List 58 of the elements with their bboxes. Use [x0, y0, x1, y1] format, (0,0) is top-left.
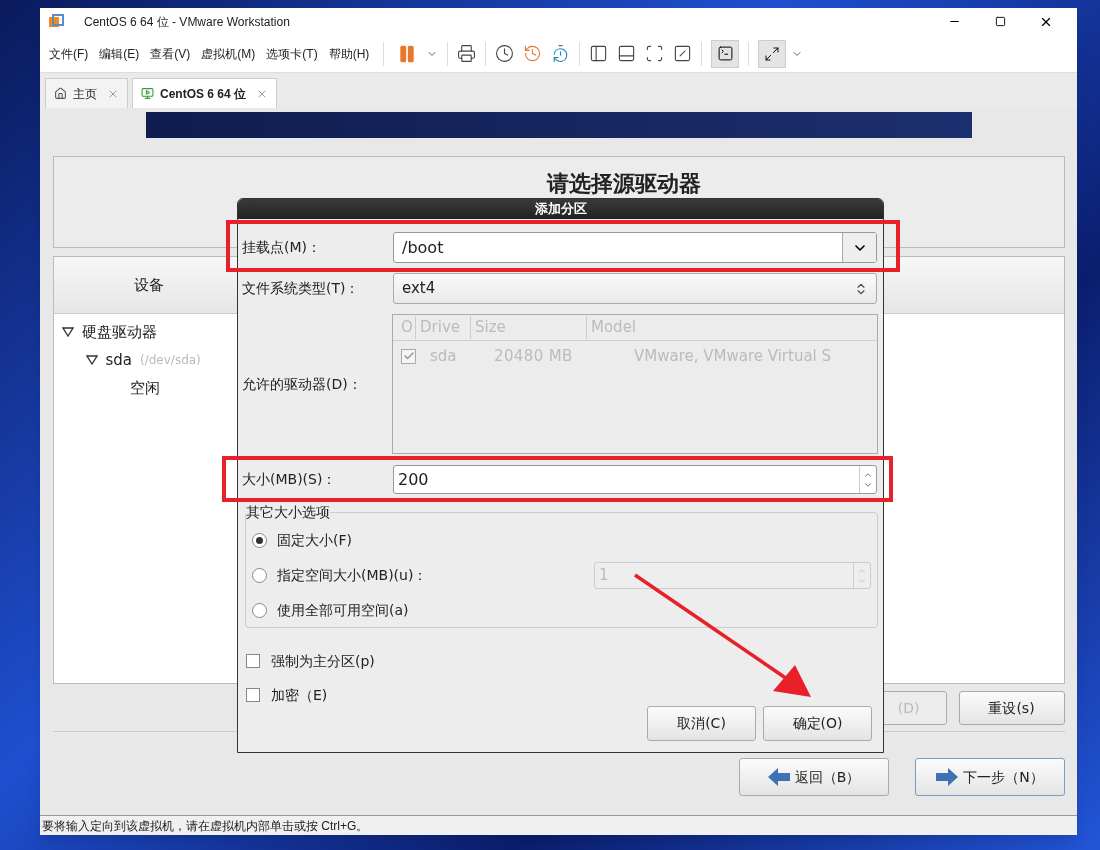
- thumbnail-layout-icon[interactable]: [617, 44, 637, 63]
- field-label: 大小(MB)(S)：: [242, 470, 338, 489]
- sidebar-layout-icon[interactable]: [589, 44, 609, 63]
- vm-icon: [141, 87, 154, 100]
- device-path: (/dev/sda): [140, 352, 201, 369]
- radio-button[interactable]: [252, 533, 267, 548]
- tree-item[interactable]: 空闲: [129, 376, 160, 400]
- expander-triangle-icon[interactable]: [61, 327, 74, 337]
- radio-label[interactable]: 固定大小(F): [277, 530, 352, 551]
- radio-label[interactable]: 使用全部可用空间(a): [277, 600, 409, 621]
- status-text: 要将输入定向到该虚拟机，请在虚拟机内部单击或按 Ctrl+G。: [42, 817, 369, 835]
- checkbox[interactable]: [246, 688, 260, 702]
- left-arrow-icon: [766, 767, 791, 787]
- checkbox[interactable]: [246, 654, 260, 668]
- snapshot-clock-icon[interactable]: [495, 44, 515, 63]
- radio-button[interactable]: [252, 603, 267, 618]
- tab[interactable]: 主页: [45, 78, 128, 108]
- radio-label[interactable]: 指定空间大小(MB)(u)：: [277, 565, 428, 586]
- mount-point-combobox[interactable]: /boot: [393, 232, 877, 263]
- console-button[interactable]: [711, 39, 740, 68]
- maximize-icon: [994, 16, 1006, 27]
- group-title: 其它大小选项: [246, 503, 330, 522]
- radio-button[interactable]: [252, 568, 267, 583]
- right-arrow-icon: [935, 767, 960, 787]
- app-logo-icon: [48, 13, 64, 30]
- filesystem-select[interactable]: ext4: [393, 273, 877, 304]
- field-label: 允许的驱动器(D)：: [242, 374, 363, 394]
- terminal-icon: [716, 45, 734, 62]
- next-button[interactable]: 下一步（N）: [914, 758, 1065, 796]
- back-button[interactable]: 返回（B）: [738, 758, 889, 796]
- menu-item[interactable]: 帮助(H): [327, 44, 371, 63]
- ok-button[interactable]: 确定(O): [763, 706, 872, 741]
- tab[interactable]: CentOS 6 64 位: [132, 78, 278, 108]
- menu-item[interactable]: 编辑(E): [98, 44, 141, 63]
- section-title: 请选择源驱动器: [545, 171, 701, 197]
- field-label: 文件系统类型(T)：: [242, 279, 361, 298]
- menu-item[interactable]: 虚拟机(M): [200, 44, 257, 63]
- fullscreen-frame-icon[interactable]: [645, 44, 665, 63]
- tree-item[interactable]: sda: [105, 348, 133, 372]
- cancel-button[interactable]: 取消(C): [647, 706, 756, 741]
- stretch-button[interactable]: [758, 39, 787, 68]
- expander-triangle-icon[interactable]: [85, 355, 98, 365]
- dropdown-button[interactable]: [842, 233, 876, 262]
- drive-checkbox[interactable]: [401, 348, 416, 364]
- revert-clock-icon[interactable]: [523, 44, 543, 63]
- tree-item[interactable]: 硬盘驱动器: [81, 320, 157, 344]
- field-label: 挂载点(M)：: [242, 238, 322, 257]
- home-icon: [54, 87, 67, 100]
- checkbox-label[interactable]: 强制为主分区(p): [271, 650, 375, 672]
- menu-item[interactable]: 文件(F): [48, 44, 90, 63]
- menu-item[interactable]: 查看(V): [149, 44, 192, 63]
- dialog-title: 添加分区: [534, 200, 587, 219]
- expand-arrows-icon: [764, 45, 781, 62]
- window-title: CentOS 6 64 位 - VMware Workstation: [84, 13, 290, 31]
- installer-button[interactable]: 重设(s): [958, 691, 1065, 725]
- size-spinbox[interactable]: 200: [393, 465, 877, 494]
- menu-item[interactable]: 选项卡(T): [265, 44, 319, 63]
- checkbox-label[interactable]: 加密（E): [271, 684, 328, 706]
